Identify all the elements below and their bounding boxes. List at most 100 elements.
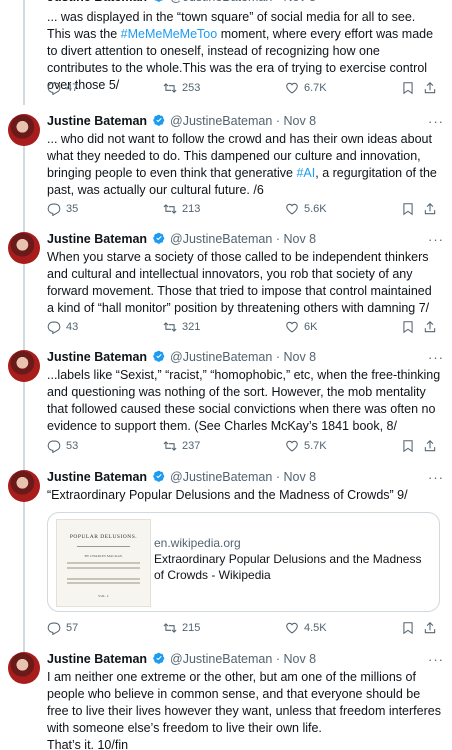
tweet-header: Justine Bateman @JustineBateman · Nov 8 … — [47, 114, 444, 132]
reply-button[interactable]: 53 — [47, 439, 78, 453]
bookmark-button[interactable] — [401, 202, 415, 216]
reply-button[interactable]: 43 — [47, 320, 78, 334]
thread-line — [23, 342, 25, 350]
verified-badge-icon — [152, 470, 164, 482]
avatar[interactable] — [8, 350, 40, 382]
link-card-thumbnail: POPULAR DELUSIONS. BY CHARLES MACKAY, VO… — [56, 519, 151, 607]
share-button[interactable] — [423, 81, 437, 95]
hashtag-link[interactable]: #MeMeMeMeToo — [121, 27, 218, 41]
author-handle[interactable]: @JustineBateman — [170, 0, 272, 4]
like-button[interactable]: 5.7K — [285, 439, 327, 453]
bookmark-button[interactable] — [401, 320, 415, 334]
dot-separator: · — [275, 470, 280, 484]
tweet-actions: 57 215 4.5K — [47, 621, 440, 637]
author-handle[interactable]: @JustineBateman — [170, 652, 272, 666]
tweet-date[interactable]: Nov 8 — [283, 350, 316, 364]
author-name[interactable]: Justine Bateman — [47, 0, 147, 4]
reply-count: 57 — [66, 622, 79, 634]
like-count: 5.6K — [304, 203, 327, 215]
thumbnail-volume: VOL. I. — [98, 594, 109, 598]
share-button[interactable] — [423, 320, 437, 334]
tweet-5[interactable]: Justine Bateman @JustineBateman · Nov 8 … — [0, 0, 452, 106]
verified-badge-icon — [154, 0, 163, 2]
author-name[interactable]: Justine Bateman — [47, 470, 147, 484]
bookmark-button[interactable] — [401, 621, 415, 635]
link-card-title: Extraordinary Popular Delusions and the … — [154, 552, 422, 582]
author-handle[interactable]: @JustineBateman — [170, 350, 272, 364]
avatar[interactable] — [8, 652, 40, 684]
bookmark-button[interactable] — [401, 81, 415, 95]
tweet-8[interactable]: Justine Bateman @JustineBateman · Nov 8 … — [0, 342, 452, 462]
tweet-9[interactable]: Justine Bateman @JustineBateman · Nov 8 … — [0, 462, 452, 644]
reply-count: 35 — [66, 203, 79, 215]
tweet-text: I am neither one extreme or the other, b… — [47, 669, 442, 750]
tweet-7[interactable]: Justine Bateman @JustineBateman · Nov 8 … — [0, 224, 452, 342]
retweet-button[interactable]: 237 — [163, 439, 200, 453]
dot-separator: · — [275, 652, 280, 666]
thumbnail-text-line — [67, 578, 140, 580]
reply-button[interactable]: 47 — [47, 81, 78, 95]
like-count: 4.5K — [304, 622, 327, 634]
thumbnail-text-line — [67, 562, 140, 564]
like-button[interactable]: 6.7K — [285, 81, 327, 95]
tweet-text: “Extraordinary Popular Delusions and the… — [47, 487, 442, 504]
thread-line — [23, 262, 25, 342]
author-name[interactable]: Justine Bateman — [47, 114, 147, 128]
reply-button[interactable]: 57 — [47, 621, 78, 635]
like-count: 6K — [304, 321, 318, 333]
like-button[interactable]: 4.5K — [285, 621, 327, 635]
more-options-icon[interactable]: ··· — [428, 470, 444, 485]
tweet-10[interactable]: Justine Bateman @JustineBateman · Nov 8 … — [0, 644, 452, 750]
author-name[interactable]: Justine Bateman — [47, 350, 147, 364]
avatar[interactable] — [8, 232, 40, 264]
tweet-date[interactable]: Nov 8 — [283, 652, 316, 666]
hashtag-link[interactable]: #AI — [296, 166, 315, 180]
thumbnail-text-line — [67, 582, 140, 584]
tweet-header: Justine Bateman @JustineBateman · Nov 8 … — [47, 470, 444, 488]
link-card-domain: en.wikipedia.org — [154, 536, 241, 550]
author-handle[interactable]: @JustineBateman — [170, 470, 272, 484]
retweet-icon — [163, 623, 177, 633]
share-button[interactable] — [423, 621, 437, 635]
tweet-6[interactable]: Justine Bateman @JustineBateman · Nov 8 … — [0, 106, 452, 224]
share-button[interactable] — [423, 202, 437, 216]
tweet-date[interactable]: Nov 8 — [283, 232, 316, 246]
tweet-actions: 47 253 6.7K — [47, 81, 440, 97]
retweet-button[interactable]: 215 — [163, 621, 200, 635]
reply-button[interactable]: 35 — [47, 202, 78, 216]
tweet-header: Justine Bateman @JustineBateman · Nov 8 … — [47, 652, 444, 670]
tweet-date[interactable]: Nov 8 — [283, 0, 316, 4]
bookmark-button[interactable] — [401, 439, 415, 453]
retweet-icon — [163, 441, 177, 451]
tweet-date[interactable]: Nov 8 — [283, 470, 316, 484]
avatar[interactable] — [8, 114, 40, 146]
dot-separator: · — [275, 232, 280, 246]
thumbnail-book-title: POPULAR DELUSIONS. — [69, 534, 138, 540]
verified-badge-icon — [152, 232, 164, 244]
retweet-button[interactable]: 253 — [163, 81, 200, 95]
tweet-header: Justine Bateman @JustineBateman · Nov 8 … — [47, 350, 444, 368]
like-count: 6.7K — [304, 82, 327, 94]
tweet-date[interactable]: Nov 8 — [283, 114, 316, 128]
avatar[interactable] — [8, 470, 40, 502]
more-options-icon[interactable]: ··· — [428, 652, 444, 667]
author-name[interactable]: Justine Bateman — [47, 652, 147, 666]
retweet-count: 215 — [182, 622, 201, 634]
retweet-button[interactable]: 213 — [163, 202, 200, 216]
tweet-header: Justine Bateman @JustineBateman · Nov 8 — [47, 0, 444, 8]
author-handle[interactable]: @JustineBateman — [170, 114, 272, 128]
like-button[interactable]: 5.6K — [285, 202, 327, 216]
verified-badge-icon — [152, 350, 164, 362]
share-button[interactable] — [423, 439, 437, 453]
link-card[interactable]: POPULAR DELUSIONS. BY CHARLES MACKAY, VO… — [47, 512, 440, 612]
more-options-icon[interactable]: ··· — [428, 350, 444, 365]
more-options-icon[interactable]: ··· — [428, 232, 444, 247]
more-options-icon[interactable]: ··· — [428, 114, 444, 129]
tweet-text: When you starve a society of those calle… — [47, 249, 442, 317]
retweet-button[interactable]: 321 — [163, 320, 200, 334]
author-name[interactable]: Justine Bateman — [47, 232, 147, 246]
author-handle[interactable]: @JustineBateman — [170, 232, 272, 246]
thread-line — [23, 224, 25, 232]
like-button[interactable]: 6K — [285, 320, 317, 334]
text-segment: When you starve a society of those calle… — [47, 250, 432, 315]
